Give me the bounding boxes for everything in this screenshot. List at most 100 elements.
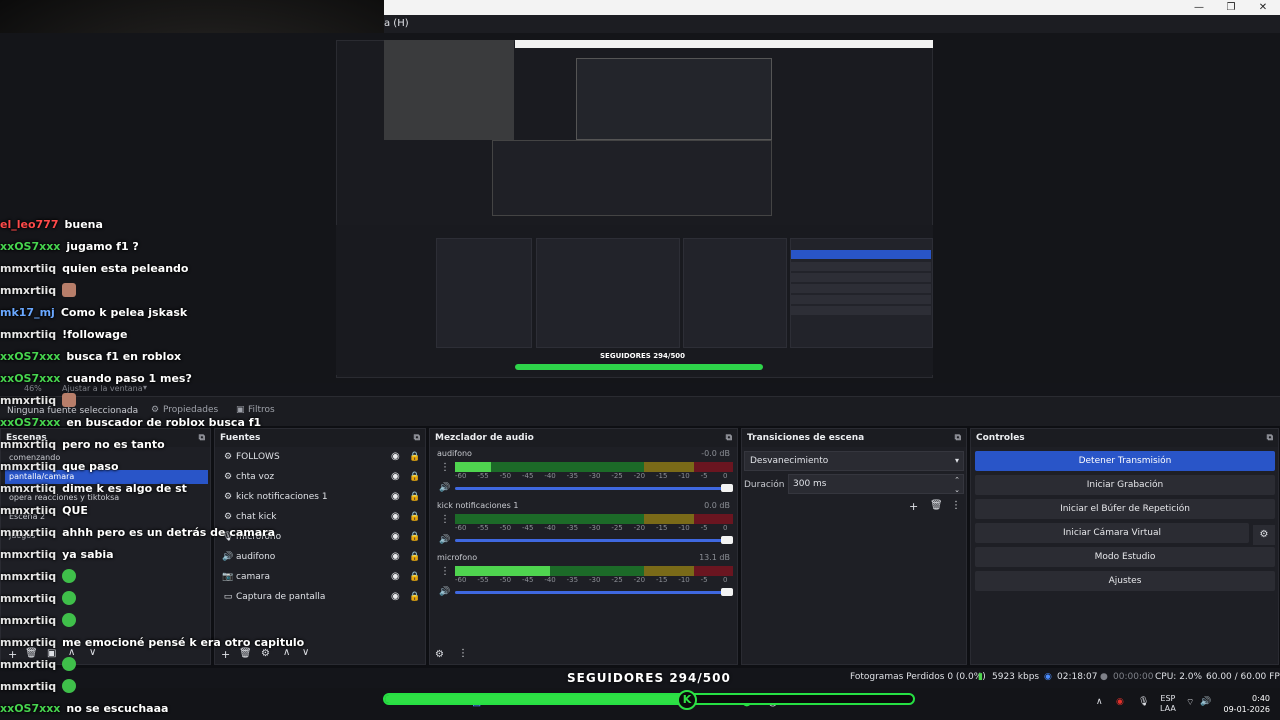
source-row[interactable]: 📷 camara ◉ 🔒 xyxy=(219,567,423,587)
start-recording-button[interactable]: Iniciar Grabación xyxy=(975,475,1275,495)
undock-icon[interactable]: ⧉ xyxy=(199,429,205,447)
duration-spinbox[interactable]: 300 ms ⌃ ⌄ xyxy=(788,474,964,494)
close-button[interactable]: ✕ xyxy=(1248,0,1278,15)
settings-button[interactable]: Ajustes xyxy=(975,571,1275,591)
trash-icon[interactable]: 🗑 xyxy=(239,648,252,659)
volume-slider-knob[interactable] xyxy=(721,484,733,492)
eye-icon[interactable]: ◉ xyxy=(391,507,400,527)
bitrate: 5923 kbps xyxy=(992,672,1040,682)
speaker-icon[interactable]: 🔊 xyxy=(439,587,450,597)
volume-icon[interactable]: 🔊 xyxy=(1200,697,1211,707)
filters-button[interactable]: Filtros xyxy=(248,405,275,415)
eye-icon[interactable]: ◉ xyxy=(391,447,400,467)
lock-icon[interactable]: 🔒 xyxy=(409,487,420,507)
eye-icon[interactable]: ◉ xyxy=(391,467,400,487)
eye-icon[interactable]: ◉ xyxy=(391,547,400,567)
trash-icon[interactable]: 🗑 xyxy=(930,500,943,511)
volume-slider[interactable] xyxy=(455,591,733,594)
properties-button[interactable]: Propiedades xyxy=(163,405,218,415)
add-scene-icon[interactable]: + xyxy=(8,648,17,661)
scene-item[interactable]: opera reacciones y tiktoksa xyxy=(5,491,208,505)
menu-dots-icon[interactable]: ⋮ xyxy=(440,514,450,525)
add-transition-icon[interactable]: + xyxy=(909,500,918,513)
studio-mode-button[interactable]: Modo Estudio xyxy=(975,547,1275,567)
chevron-up-icon[interactable]: ∧ xyxy=(1096,697,1103,707)
undock-icon[interactable]: ⧉ xyxy=(955,429,961,447)
eye-icon[interactable]: ◉ xyxy=(391,527,400,547)
source-row[interactable]: ⚙ FOLLOWS ◉ 🔒 xyxy=(219,447,423,467)
menu-dots-icon[interactable]: ⋮ xyxy=(440,566,450,577)
scene-item-active[interactable]: pantalla/camara xyxy=(5,470,208,484)
speaker-icon[interactable]: 🔊 xyxy=(439,483,450,493)
undock-icon[interactable]: ⧉ xyxy=(414,429,420,447)
source-row[interactable]: 🎙 microfono ◉ 🔒 xyxy=(219,527,423,547)
volume-slider[interactable] xyxy=(455,539,733,542)
fit-window-label[interactable]: Ajustar a la ventana xyxy=(62,384,143,393)
minimize-button[interactable]: — xyxy=(1184,0,1214,15)
source-row[interactable]: ⚙ chta voz ◉ 🔒 xyxy=(219,467,423,487)
source-row[interactable]: ▭ Captura de pantalla ◉ 🔒 xyxy=(219,587,423,607)
system-clock[interactable]: 0:40 09-01-2026 xyxy=(1224,693,1271,715)
undock-icon[interactable]: ⧉ xyxy=(726,429,732,447)
menu-dots-icon[interactable]: ⋮ xyxy=(440,462,450,473)
lock-icon[interactable]: 🔒 xyxy=(409,467,420,487)
chevron-down-icon[interactable]: ∨ xyxy=(302,647,309,658)
volume-slider[interactable] xyxy=(455,487,733,490)
menu-dots-icon[interactable]: ⋮ xyxy=(458,648,468,659)
gear-icon: ⚙ xyxy=(151,405,160,415)
filter-icon[interactable]: ▣ xyxy=(47,648,56,659)
chevron-down-icon[interactable]: ▾ xyxy=(143,383,147,392)
lock-icon[interactable]: 🔒 xyxy=(409,587,420,607)
meter-tick: -40 xyxy=(544,524,556,532)
transition-select[interactable]: Desvanecimiento ▾ xyxy=(744,451,964,471)
lock-icon[interactable]: 🔒 xyxy=(409,547,420,567)
eye-icon[interactable]: ◉ xyxy=(391,487,400,507)
menu-dots-icon[interactable]: ⋮ xyxy=(951,500,961,511)
add-source-icon[interactable]: + xyxy=(221,648,230,661)
lock-icon[interactable]: 🔒 xyxy=(409,527,420,547)
start-virtual-camera-button[interactable]: Iniciar Cámara Virtual xyxy=(975,523,1249,543)
advanced-audio-icon[interactable]: ⚙ xyxy=(435,649,444,660)
source-row[interactable]: ⚙ kick notificaciones 1 ◉ 🔒 xyxy=(219,487,423,507)
volume-slider-knob[interactable] xyxy=(721,536,733,544)
lock-icon[interactable]: 🔒 xyxy=(409,507,420,527)
meter-tick: -35 xyxy=(566,576,579,584)
trash-icon[interactable]: 🗑 xyxy=(25,648,38,659)
start-replay-buffer-button[interactable]: Iniciar el Búfer de Repetición xyxy=(975,499,1275,519)
scene-item[interactable]: juegos xyxy=(5,529,208,543)
eye-icon[interactable]: ◉ xyxy=(391,567,400,587)
tray-app-icon[interactable]: ◉ xyxy=(1116,697,1124,707)
nested-followers-bar xyxy=(515,364,763,370)
gear-icon[interactable]: ⚙ xyxy=(261,648,270,659)
chevron-down-icon[interactable]: ∨ xyxy=(89,647,96,658)
language-indicator[interactable]: ESP LAA xyxy=(1160,694,1176,714)
obs-titlebar: — ❐ ✕ xyxy=(384,0,1280,15)
source-row[interactable]: ⚙ chat kick ◉ 🔒 xyxy=(219,507,423,527)
meter-tick: -45 xyxy=(522,576,534,584)
gear-icon[interactable]: ⚙ xyxy=(1253,525,1275,545)
camera-icon: 📷 xyxy=(222,572,234,582)
frames-lost: Fotogramas Perdidos 0 (0.0%) xyxy=(850,672,986,682)
wifi-icon[interactable]: ⌔ xyxy=(1186,697,1194,708)
obs-menubar: a (H) xyxy=(384,15,1280,33)
maximize-button[interactable]: ❐ xyxy=(1216,0,1246,15)
stop-stream-button[interactable]: Detener Transmisión xyxy=(975,451,1275,471)
chevron-up-icon[interactable]: ∧ xyxy=(68,647,75,658)
volume-slider-knob[interactable] xyxy=(721,588,733,596)
undock-icon[interactable]: ⧉ xyxy=(1267,429,1273,447)
lock-icon[interactable]: 🔒 xyxy=(409,447,420,467)
menu-item-help[interactable]: a (H) xyxy=(384,18,409,29)
meter-tick: -15 xyxy=(656,472,668,480)
source-row[interactable]: 🔊 audifono ◉ 🔒 xyxy=(219,547,423,567)
lock-icon[interactable]: 🔒 xyxy=(409,567,420,587)
speaker-icon: 🔊 xyxy=(222,552,234,562)
chevron-down-icon[interactable]: ⌄ xyxy=(954,481,960,499)
scene-item[interactable]: comenzando xyxy=(5,451,208,465)
speaker-icon[interactable]: 🔊 xyxy=(439,535,450,545)
meter-tick: -25 xyxy=(611,576,623,584)
microphone-icon[interactable]: 🎙 xyxy=(1138,697,1149,707)
zoom-level[interactable]: 46% xyxy=(24,384,42,393)
chevron-up-icon[interactable]: ∧ xyxy=(283,647,290,658)
scene-item[interactable]: Escena 2 xyxy=(5,510,208,524)
eye-icon[interactable]: ◉ xyxy=(391,587,400,607)
